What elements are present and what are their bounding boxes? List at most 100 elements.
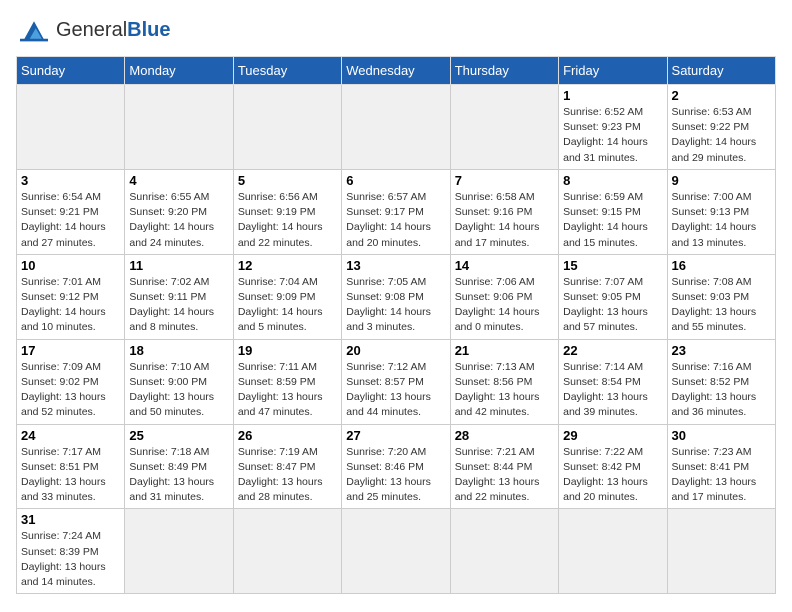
calendar-cell: 20Sunrise: 7:12 AM Sunset: 8:57 PM Dayli… — [342, 339, 450, 424]
calendar-cell: 9 Sunrise: 7:00 AM Sunset: 9:13 PM Daylig… — [667, 169, 775, 254]
calendar-cell: 11Sunrise: 7:02 AM Sunset: 9:11 PM Dayli… — [125, 254, 233, 339]
day-info: Sunrise: 7:23 AM Sunset: 8:41 PM Dayligh… — [672, 445, 771, 506]
day-info: Sunrise: 6:58 AM Sunset: 9:16 PM Dayligh… — [455, 190, 554, 251]
column-header-friday: Friday — [559, 57, 667, 85]
column-header-tuesday: Tuesday — [233, 57, 341, 85]
day-info: Sunrise: 7:14 AM Sunset: 8:54 PM Dayligh… — [563, 360, 662, 421]
calendar-cell: 3Sunrise: 6:54 AM Sunset: 9:21 PM Daylig… — [17, 169, 125, 254]
calendar-cell: 1 Sunrise: 6:52 AM Sunset: 9:23 PM Daylig… — [559, 85, 667, 170]
day-number: 3 — [21, 173, 120, 188]
day-info: Sunrise: 6:57 AM Sunset: 9:17 PM Dayligh… — [346, 190, 445, 251]
calendar-cell: 21Sunrise: 7:13 AM Sunset: 8:56 PM Dayli… — [450, 339, 558, 424]
calendar-cell: 4 Sunrise: 6:55 AM Sunset: 9:20 PM Daylig… — [125, 169, 233, 254]
calendar-week-row: 10 Sunrise: 7:01 AM Sunset: 9:12 PM Dayli… — [17, 254, 776, 339]
calendar-cell — [559, 509, 667, 594]
day-info: Sunrise: 6:52 AM Sunset: 9:23 PM Dayligh… — [563, 105, 662, 166]
day-number: 18 — [129, 343, 228, 358]
day-info: Sunrise: 6:55 AM Sunset: 9:20 PM Dayligh… — [129, 190, 228, 251]
calendar-cell: 8 Sunrise: 6:59 AM Sunset: 9:15 PM Daylig… — [559, 169, 667, 254]
day-info: Sunrise: 7:00 AM Sunset: 9:13 PM Dayligh… — [672, 190, 771, 251]
day-number: 4 — [129, 173, 228, 188]
calendar-cell: 14 Sunrise: 7:06 AM Sunset: 9:06 PM Dayli… — [450, 254, 558, 339]
day-number: 24 — [21, 428, 120, 443]
day-number: 5 — [238, 173, 337, 188]
day-info: Sunrise: 7:19 AM Sunset: 8:47 PM Dayligh… — [238, 445, 337, 506]
calendar-cell: 31Sunrise: 7:24 AM Sunset: 8:39 PM Dayli… — [17, 509, 125, 594]
calendar-week-row: 17Sunrise: 7:09 AM Sunset: 9:02 PM Dayli… — [17, 339, 776, 424]
calendar-cell — [342, 85, 450, 170]
day-info: Sunrise: 7:08 AM Sunset: 9:03 PM Dayligh… — [672, 275, 771, 336]
day-info: Sunrise: 7:01 AM Sunset: 9:12 PM Dayligh… — [21, 275, 120, 336]
logo: GeneralBlue — [16, 16, 171, 44]
column-header-monday: Monday — [125, 57, 233, 85]
calendar-cell — [125, 85, 233, 170]
calendar-cell — [450, 85, 558, 170]
calendar-cell: 28Sunrise: 7:21 AM Sunset: 8:44 PM Dayli… — [450, 424, 558, 509]
calendar-cell: 26 Sunrise: 7:19 AM Sunset: 8:47 PM Dayli… — [233, 424, 341, 509]
calendar-cell — [342, 509, 450, 594]
day-number: 16 — [672, 258, 771, 273]
day-number: 15 — [563, 258, 662, 273]
calendar-cell: 15 Sunrise: 7:07 AM Sunset: 9:05 PM Dayli… — [559, 254, 667, 339]
day-number: 30 — [672, 428, 771, 443]
day-number: 21 — [455, 343, 554, 358]
day-number: 14 — [455, 258, 554, 273]
calendar-cell: 24 Sunrise: 7:17 AM Sunset: 8:51 PM Dayli… — [17, 424, 125, 509]
calendar-header-row: SundayMondayTuesdayWednesdayThursdayFrid… — [17, 57, 776, 85]
day-number: 19 — [238, 343, 337, 358]
day-info: Sunrise: 6:53 AM Sunset: 9:22 PM Dayligh… — [672, 105, 771, 166]
day-number: 27 — [346, 428, 445, 443]
column-header-thursday: Thursday — [450, 57, 558, 85]
day-info: Sunrise: 7:24 AM Sunset: 8:39 PM Dayligh… — [21, 529, 120, 590]
day-info: Sunrise: 7:20 AM Sunset: 8:46 PM Dayligh… — [346, 445, 445, 506]
calendar-cell — [125, 509, 233, 594]
day-number: 29 — [563, 428, 662, 443]
calendar-cell: 30 Sunrise: 7:23 AM Sunset: 8:41 PM Dayli… — [667, 424, 775, 509]
day-number: 6 — [346, 173, 445, 188]
calendar-cell — [17, 85, 125, 170]
calendar-cell: 12Sunrise: 7:04 AM Sunset: 9:09 PM Dayli… — [233, 254, 341, 339]
day-info: Sunrise: 7:18 AM Sunset: 8:49 PM Dayligh… — [129, 445, 228, 506]
calendar-week-row: 24 Sunrise: 7:17 AM Sunset: 8:51 PM Dayli… — [17, 424, 776, 509]
day-info: Sunrise: 6:56 AM Sunset: 9:19 PM Dayligh… — [238, 190, 337, 251]
day-number: 10 — [21, 258, 120, 273]
calendar-week-row: 1 Sunrise: 6:52 AM Sunset: 9:23 PM Daylig… — [17, 85, 776, 170]
header: GeneralBlue — [16, 16, 776, 44]
column-header-wednesday: Wednesday — [342, 57, 450, 85]
calendar-week-row: 3Sunrise: 6:54 AM Sunset: 9:21 PM Daylig… — [17, 169, 776, 254]
calendar-cell: 18 Sunrise: 7:10 AM Sunset: 9:00 PM Dayli… — [125, 339, 233, 424]
calendar-cell: 16 Sunrise: 7:08 AM Sunset: 9:03 PM Dayli… — [667, 254, 775, 339]
calendar-cell: 27 Sunrise: 7:20 AM Sunset: 8:46 PM Dayli… — [342, 424, 450, 509]
calendar: SundayMondayTuesdayWednesdayThursdayFrid… — [16, 56, 776, 594]
calendar-cell: 29Sunrise: 7:22 AM Sunset: 8:42 PM Dayli… — [559, 424, 667, 509]
day-number: 25 — [129, 428, 228, 443]
day-info: Sunrise: 7:02 AM Sunset: 9:11 PM Dayligh… — [129, 275, 228, 336]
day-info: Sunrise: 7:10 AM Sunset: 9:00 PM Dayligh… — [129, 360, 228, 421]
day-number: 26 — [238, 428, 337, 443]
day-info: Sunrise: 7:06 AM Sunset: 9:06 PM Dayligh… — [455, 275, 554, 336]
calendar-cell: 5 Sunrise: 6:56 AM Sunset: 9:19 PM Daylig… — [233, 169, 341, 254]
day-number: 12 — [238, 258, 337, 273]
day-info: Sunrise: 7:17 AM Sunset: 8:51 PM Dayligh… — [21, 445, 120, 506]
day-number: 8 — [563, 173, 662, 188]
day-number: 7 — [455, 173, 554, 188]
calendar-cell — [667, 509, 775, 594]
calendar-cell: 25 Sunrise: 7:18 AM Sunset: 8:49 PM Dayli… — [125, 424, 233, 509]
day-number: 9 — [672, 173, 771, 188]
calendar-cell: 2 Sunrise: 6:53 AM Sunset: 9:22 PM Daylig… — [667, 85, 775, 170]
calendar-cell — [450, 509, 558, 594]
day-number: 1 — [563, 88, 662, 103]
day-number: 17 — [21, 343, 120, 358]
day-number: 22 — [563, 343, 662, 358]
day-info: Sunrise: 7:05 AM Sunset: 9:08 PM Dayligh… — [346, 275, 445, 336]
calendar-cell: 13Sunrise: 7:05 AM Sunset: 9:08 PM Dayli… — [342, 254, 450, 339]
day-info: Sunrise: 6:59 AM Sunset: 9:15 PM Dayligh… — [563, 190, 662, 251]
calendar-cell: 23Sunrise: 7:16 AM Sunset: 8:52 PM Dayli… — [667, 339, 775, 424]
calendar-cell — [233, 85, 341, 170]
column-header-saturday: Saturday — [667, 57, 775, 85]
day-info: Sunrise: 7:07 AM Sunset: 9:05 PM Dayligh… — [563, 275, 662, 336]
calendar-cell: 6 Sunrise: 6:57 AM Sunset: 9:17 PM Daylig… — [342, 169, 450, 254]
calendar-cell — [233, 509, 341, 594]
day-number: 2 — [672, 88, 771, 103]
day-number: 23 — [672, 343, 771, 358]
